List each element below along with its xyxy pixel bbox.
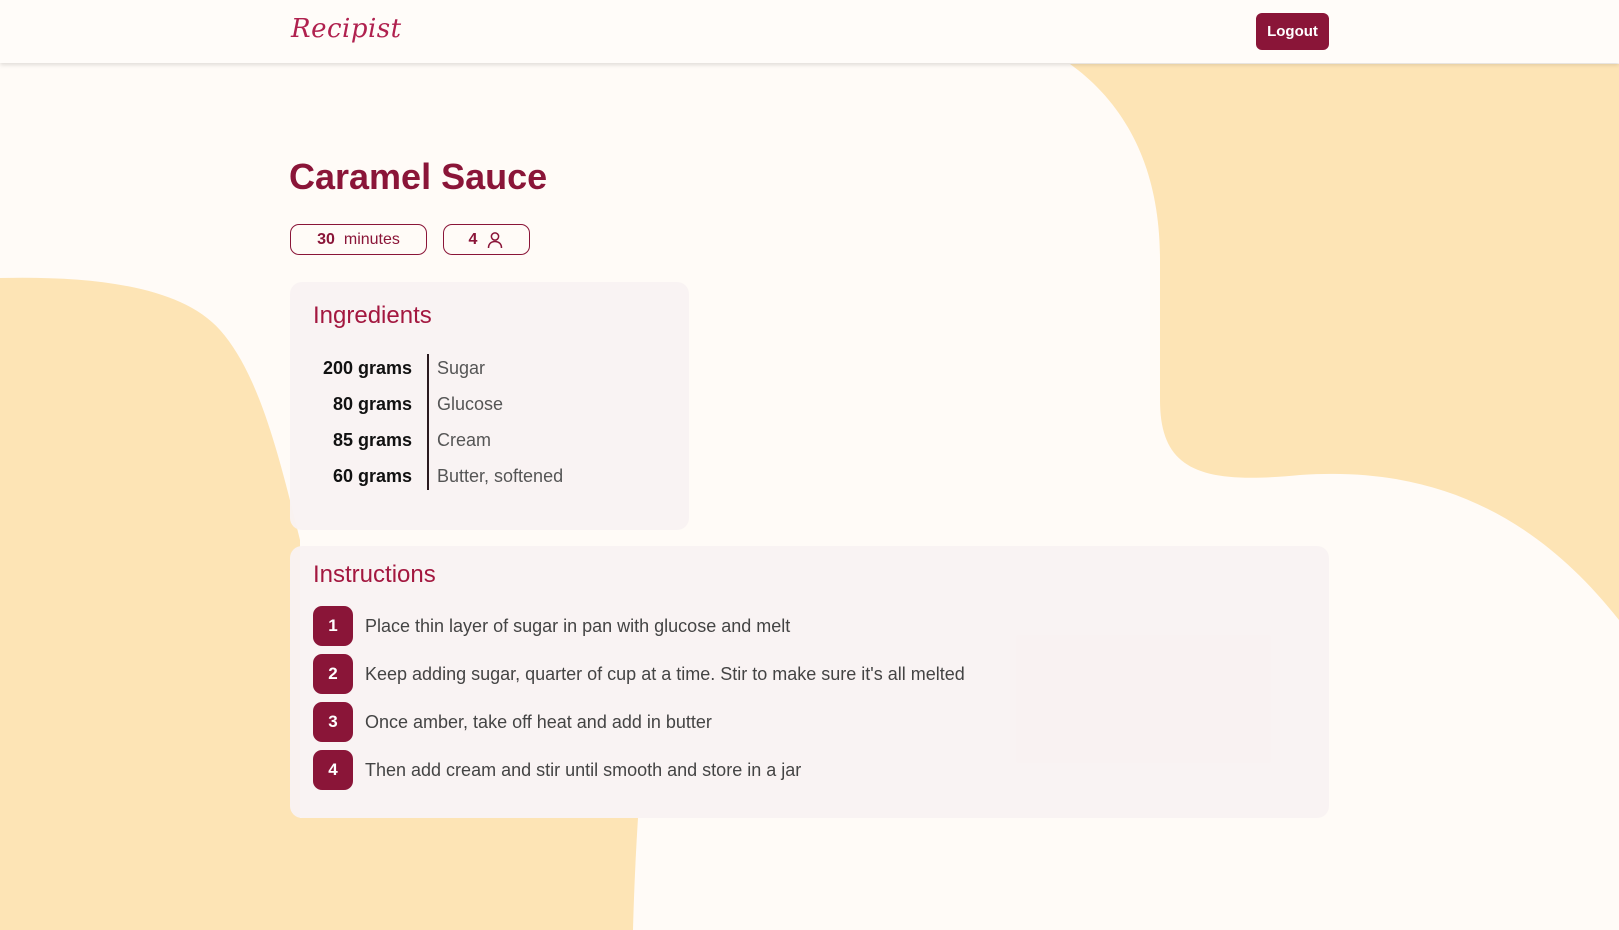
top-navbar: Recipist Logout bbox=[0, 0, 1619, 63]
ingredient-row: 200 grams Sugar bbox=[290, 354, 689, 384]
ingredient-quantity: 80 grams bbox=[332, 394, 412, 414]
ingredient-name: Sugar bbox=[437, 358, 486, 378]
person-icon bbox=[486, 231, 504, 249]
logout-button[interactable]: Logout bbox=[1256, 13, 1329, 50]
instruction-step: 2 Keep adding sugar, quarter of cup at a… bbox=[313, 654, 1303, 694]
step-text: Once amber, take off heat and add in but… bbox=[365, 712, 712, 732]
ingredient-name: Glucose bbox=[437, 394, 504, 414]
main-content: Caramel Sauce 30 minutes 4 Ingredients 2… bbox=[0, 0, 1619, 930]
ingredient-row: 60 grams Butter, softened bbox=[290, 462, 689, 492]
ingredient-row: 80 grams Glucose bbox=[290, 390, 689, 420]
time-value: 30 bbox=[317, 230, 335, 248]
step-number: 4 bbox=[313, 750, 353, 790]
ingredient-name: Butter, softened bbox=[437, 466, 564, 486]
step-text: Keep adding sugar, quarter of cup at a t… bbox=[365, 664, 965, 684]
ingredient-name: Cream bbox=[437, 430, 492, 450]
ingredient-quantity: 200 grams bbox=[322, 358, 412, 378]
servings-value: 4 bbox=[468, 230, 478, 248]
ingredient-quantity: 85 grams bbox=[332, 430, 412, 450]
instruction-step: 3 Once amber, take off heat and add in b… bbox=[313, 702, 1303, 742]
time-unit: minutes bbox=[343, 230, 400, 248]
ingredient-row: 85 grams Cream bbox=[290, 426, 689, 456]
ingredient-quantity: 60 grams bbox=[332, 466, 412, 486]
ingredients-heading: Ingredients bbox=[313, 302, 432, 329]
step-number: 2 bbox=[313, 654, 353, 694]
time-badge: 30 minutes bbox=[290, 224, 427, 255]
instructions-heading: Instructions bbox=[313, 561, 436, 588]
step-number: 3 bbox=[313, 702, 353, 742]
instruction-step: 4 Then add cream and stir until smooth a… bbox=[313, 750, 1303, 790]
instruction-step: 1 Place thin layer of sugar in pan with … bbox=[313, 606, 1303, 646]
step-number: 1 bbox=[313, 606, 353, 646]
recipe-title: Caramel Sauce bbox=[289, 156, 548, 197]
step-text: Place thin layer of sugar in pan with gl… bbox=[365, 616, 791, 636]
app-logo[interactable]: Recipist bbox=[291, 14, 402, 44]
step-text: Then add cream and stir until smooth and… bbox=[365, 760, 802, 780]
instructions-card: Instructions 1 Place thin layer of sugar… bbox=[290, 546, 1329, 818]
ingredients-card: Ingredients 200 grams Sugar 80 grams Glu… bbox=[290, 282, 689, 530]
servings-badge: 4 bbox=[443, 224, 530, 255]
